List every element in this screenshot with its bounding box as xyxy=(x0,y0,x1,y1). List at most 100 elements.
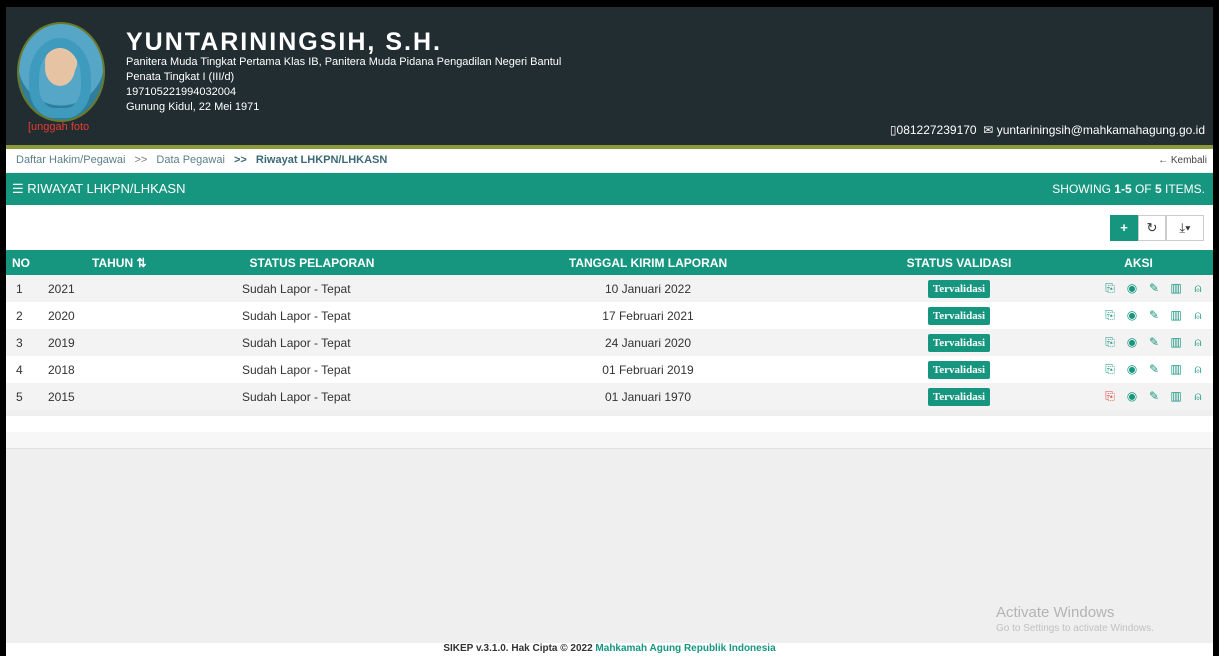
pencil-icon[interactable]: ✎ xyxy=(1143,362,1165,376)
cell-tahun: 2019 xyxy=(34,329,182,356)
eye-icon[interactable]: ◉ xyxy=(1121,335,1143,349)
arrow-left-icon: ← xyxy=(1158,155,1169,166)
upload-photo-link[interactable]: [unggah foto xyxy=(28,121,89,133)
mail-icon: ✉ xyxy=(983,123,994,137)
lock-icon[interactable]: ⍝ xyxy=(1187,389,1209,404)
footer: SIKEP v.3.1.0. Hak Cipta © 2022 Mahkamah… xyxy=(6,643,1213,656)
lock-icon[interactable]: ⍝ xyxy=(1187,362,1209,377)
pencil-icon[interactable]: ✎ xyxy=(1143,308,1165,322)
pencil-icon[interactable]: ✎ xyxy=(1143,389,1165,403)
cell-no: 3 xyxy=(6,329,34,356)
breadcrumb-current: Riwayat LHKPN/LHKASN xyxy=(255,154,388,166)
panel-title-bar: ☰ RIWAYAT LHKPN/LHKASN SHOWING 1-5 OF 5 … xyxy=(6,173,1213,205)
cell-tanggal: 17 Februari 2021 xyxy=(442,302,854,329)
phone-number: 081227239170 xyxy=(896,123,977,137)
col-tanggal: TANGGAL KIRIM LAPORAN xyxy=(442,250,854,275)
table-header-row: NO TAHUN ⇅ STATUS PELAPORAN TANGGAL KIRI… xyxy=(6,250,1213,275)
panel-title: RIWAYAT LHKPN/LHKASN xyxy=(27,181,186,196)
table-row: 1 2021 Sudah Lapor - Tepat 10 Januari 2022 T… xyxy=(6,275,1213,302)
validation-badge: Tervalidasi xyxy=(927,387,991,406)
export-button[interactable]: ⤓▾ xyxy=(1166,215,1204,241)
grid-toolbar: + ↻ ⤓▾ xyxy=(6,205,1213,250)
summary-prefix: SHOWING xyxy=(1052,182,1115,196)
table-footer-band xyxy=(6,432,1213,449)
activate-windows-subtitle: Go to Settings to activate Windows. xyxy=(996,623,1154,634)
summary-total: 5 xyxy=(1154,182,1162,196)
breadcrumb-link-daftar[interactable]: Daftar Hakim/Pegawai xyxy=(16,154,125,166)
trash-icon[interactable]: ▥ xyxy=(1165,335,1187,349)
pdf-icon[interactable]: ⎘ xyxy=(1099,389,1121,404)
sort-icon: ⇅ xyxy=(136,255,147,270)
table-footer-band xyxy=(6,416,1213,432)
app-frame: [unggah foto YUNTARININGSIH, S.H. Panite… xyxy=(6,7,1213,656)
eye-icon[interactable]: ◉ xyxy=(1121,362,1143,376)
pagination-summary: SHOWING 1-5 OF 5 ITEMS. xyxy=(1052,182,1205,196)
pdf-icon[interactable]: ⎘ xyxy=(1099,335,1121,350)
refresh-button[interactable]: ↻ xyxy=(1138,215,1166,241)
footer-org-link[interactable]: Mahkamah Agung Republik Indonesia xyxy=(595,643,775,654)
cell-status: Sudah Lapor - Tepat xyxy=(182,356,442,383)
profile-birth: Gunung Kidul, 22 Mei 1971 xyxy=(126,101,260,113)
col-aksi: AKSI xyxy=(1064,250,1213,275)
col-status: STATUS PELAPORAN xyxy=(182,250,442,275)
plus-icon: + xyxy=(1120,220,1128,235)
eye-icon[interactable]: ◉ xyxy=(1121,281,1143,295)
validation-badge: Tervalidasi xyxy=(927,360,991,379)
eye-icon[interactable]: ◉ xyxy=(1121,308,1143,322)
lhkpn-table: NO TAHUN ⇅ STATUS PELAPORAN TANGGAL KIRI… xyxy=(6,250,1213,410)
trash-icon[interactable]: ▥ xyxy=(1165,281,1187,295)
breadcrumb-separator: >> xyxy=(134,154,148,166)
contact-info: ▯081227239170 ✉ yuntariningsih@mahkamaha… xyxy=(890,123,1205,137)
eye-icon[interactable]: ◉ xyxy=(1121,389,1143,403)
cell-no: 2 xyxy=(6,302,34,329)
breadcrumb-separator: >> xyxy=(233,154,247,166)
lock-icon[interactable]: ⍝ xyxy=(1187,308,1209,323)
refresh-icon: ↻ xyxy=(1146,220,1158,235)
table-row: 4 2018 Sudah Lapor - Tepat 01 Februari 2019… xyxy=(6,356,1213,383)
trash-icon[interactable]: ▥ xyxy=(1165,308,1187,322)
lock-icon[interactable]: ⍝ xyxy=(1187,335,1209,350)
profile-position: Panitera Muda Tingkat Pertama Klas IB, P… xyxy=(126,56,562,68)
export-icon: ⤓▾ xyxy=(1179,220,1191,235)
footer-text: SIKEP v.3.1.0. Hak Cipta © 2022 xyxy=(443,643,596,654)
summary-suffix: ITEMS. xyxy=(1161,182,1205,196)
cell-status: Sudah Lapor - Tepat xyxy=(182,302,442,329)
pdf-icon[interactable]: ⎘ xyxy=(1099,362,1121,377)
table-row: 2 2020 Sudah Lapor - Tepat 17 Februari 2021… xyxy=(6,302,1213,329)
back-button[interactable]: ← Kembali xyxy=(1158,149,1207,172)
col-no: NO xyxy=(6,250,34,275)
photo-face xyxy=(45,50,75,86)
cell-tanggal: 10 Januari 2022 xyxy=(442,275,854,302)
phone-icon: ▯ xyxy=(889,123,897,137)
profile-name: YUNTARININGSIH, S.H. xyxy=(126,28,442,56)
cell-no: 5 xyxy=(6,383,34,410)
back-label: Kembali xyxy=(1170,155,1207,166)
validation-badge: Tervalidasi xyxy=(927,306,991,325)
validation-badge: Tervalidasi xyxy=(927,333,991,352)
lock-icon[interactable]: ⍝ xyxy=(1187,281,1209,296)
col-tahun-label: TAHUN xyxy=(92,255,134,270)
cell-tanggal: 01 Januari 1970 xyxy=(442,383,854,410)
col-tahun[interactable]: TAHUN ⇅ xyxy=(34,250,182,275)
breadcrumb-link-data-pegawai[interactable]: Data Pegawai xyxy=(156,154,225,166)
cell-tahun: 2015 xyxy=(34,383,182,410)
profile-rank: Penata Tingkat I (III/d) xyxy=(126,71,235,83)
add-button[interactable]: + xyxy=(1110,215,1138,241)
pencil-icon[interactable]: ✎ xyxy=(1143,335,1165,349)
profile-header: [unggah foto YUNTARININGSIH, S.H. Panite… xyxy=(6,7,1213,149)
cell-tanggal: 01 Februari 2019 xyxy=(442,356,854,383)
cell-status: Sudah Lapor - Tepat xyxy=(182,275,442,302)
trash-icon[interactable]: ▥ xyxy=(1165,362,1187,376)
cell-status: Sudah Lapor - Tepat xyxy=(182,329,442,356)
cell-tahun: 2021 xyxy=(34,275,182,302)
activate-windows-title: Activate Windows xyxy=(996,604,1115,621)
cell-no: 1 xyxy=(6,275,34,302)
summary-mid: OF xyxy=(1131,182,1155,196)
cell-tanggal: 24 Januari 2020 xyxy=(442,329,854,356)
profile-photo[interactable] xyxy=(17,22,105,122)
pdf-icon[interactable]: ⎘ xyxy=(1099,308,1121,323)
trash-icon[interactable]: ▥ xyxy=(1165,389,1187,403)
validation-badge: Tervalidasi xyxy=(927,279,991,298)
pdf-icon[interactable]: ⎘ xyxy=(1099,281,1121,296)
pencil-icon[interactable]: ✎ xyxy=(1143,281,1165,295)
